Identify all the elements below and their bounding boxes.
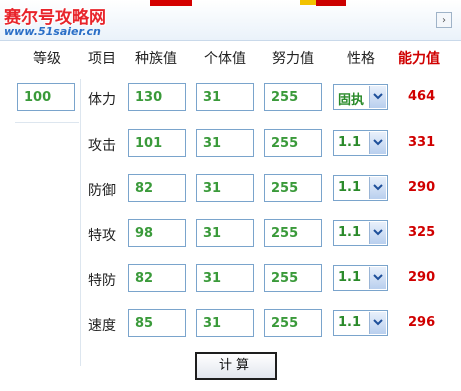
banner-decoration: [300, 0, 316, 5]
nature-select-value: 固执: [338, 93, 365, 108]
nature-select-value: 1.1: [338, 315, 362, 330]
individual-value-input[interactable]: 31: [196, 129, 254, 157]
race-value-input[interactable]: 101: [128, 129, 186, 157]
nature-select-value: 1.1: [338, 270, 362, 285]
stat-label: 特防: [88, 273, 116, 289]
stat-row-hp: 体力 130 31 255 固执 464: [0, 83, 461, 113]
effort-value-input[interactable]: 255: [264, 83, 322, 111]
column-header-nature: 性格: [347, 51, 375, 67]
nature-select[interactable]: 1.1: [333, 265, 388, 291]
power-value: 464: [408, 89, 436, 104]
effort-value-input[interactable]: 255: [264, 129, 322, 157]
column-header-race-value: 种族值: [135, 51, 177, 67]
stat-row-special-defense: 特防 82 31 255 1.1 290: [0, 264, 461, 294]
next-arrow-button[interactable]: ›: [436, 12, 452, 28]
individual-value-input[interactable]: 31: [196, 174, 254, 202]
race-value-input[interactable]: 82: [128, 174, 186, 202]
race-value-input[interactable]: 98: [128, 219, 186, 247]
dropdown-arrow-icon[interactable]: [369, 177, 386, 199]
banner-decoration: [150, 0, 192, 6]
stat-label: 攻击: [88, 138, 116, 154]
top-banner: 赛尔号攻略网 www.51saier.cn ›: [0, 0, 461, 41]
stat-row-speed: 速度 85 31 255 1.1 296: [0, 309, 461, 339]
stat-row-defense: 防御 82 31 255 1.1 290: [0, 174, 461, 204]
power-value: 331: [408, 135, 436, 150]
individual-value-input[interactable]: 31: [196, 219, 254, 247]
stat-label: 体力: [88, 92, 116, 108]
race-value-input[interactable]: 130: [128, 83, 186, 111]
individual-value-input[interactable]: 31: [196, 83, 254, 111]
effort-value-input[interactable]: 255: [264, 264, 322, 292]
race-value-input[interactable]: 82: [128, 264, 186, 292]
stat-row-special-attack: 特攻 98 31 255 1.1 325: [0, 219, 461, 249]
dropdown-arrow-icon[interactable]: [369, 86, 386, 108]
effort-value-input[interactable]: 255: [264, 174, 322, 202]
individual-value-input[interactable]: 31: [196, 309, 254, 337]
dropdown-arrow-icon[interactable]: [369, 132, 386, 154]
banner-decoration: [316, 0, 346, 6]
effort-value-input[interactable]: 255: [264, 309, 322, 337]
nature-select[interactable]: 1.1: [333, 220, 388, 246]
power-value: 290: [408, 180, 436, 195]
dropdown-arrow-icon[interactable]: [369, 312, 386, 334]
nature-select[interactable]: 1.1: [333, 310, 388, 336]
nature-select-value: 1.1: [338, 225, 362, 240]
race-value-input[interactable]: 85: [128, 309, 186, 337]
stat-label: 速度: [88, 318, 116, 334]
dropdown-arrow-icon[interactable]: [369, 222, 386, 244]
calculate-button[interactable]: 计算: [195, 352, 277, 380]
chevron-right-icon: ›: [442, 15, 446, 26]
nature-select-value: 1.1: [338, 135, 362, 150]
effort-value-input[interactable]: 255: [264, 219, 322, 247]
power-value: 296: [408, 315, 436, 330]
dropdown-arrow-icon[interactable]: [369, 267, 386, 289]
site-logo-url[interactable]: www.51saier.cn: [4, 25, 101, 38]
column-header-individual-value: 个体值: [204, 51, 246, 67]
nature-select[interactable]: 1.1: [333, 175, 388, 201]
stat-label: 特攻: [88, 228, 116, 244]
nature-select[interactable]: 1.1: [333, 130, 388, 156]
stat-label: 防御: [88, 183, 116, 199]
column-header-item: 项目: [88, 51, 116, 67]
power-value: 290: [408, 270, 436, 285]
column-header-level: 等级: [33, 51, 61, 67]
stat-row-attack: 攻击 101 31 255 1.1 331: [0, 129, 461, 159]
column-header-effort-value: 努力值: [272, 51, 314, 67]
nature-select[interactable]: 固执: [333, 84, 388, 110]
individual-value-input[interactable]: 31: [196, 264, 254, 292]
column-header-power-value: 能力值: [398, 51, 440, 67]
divider: [15, 122, 79, 123]
nature-select-value: 1.1: [338, 180, 362, 195]
power-value: 325: [408, 225, 436, 240]
